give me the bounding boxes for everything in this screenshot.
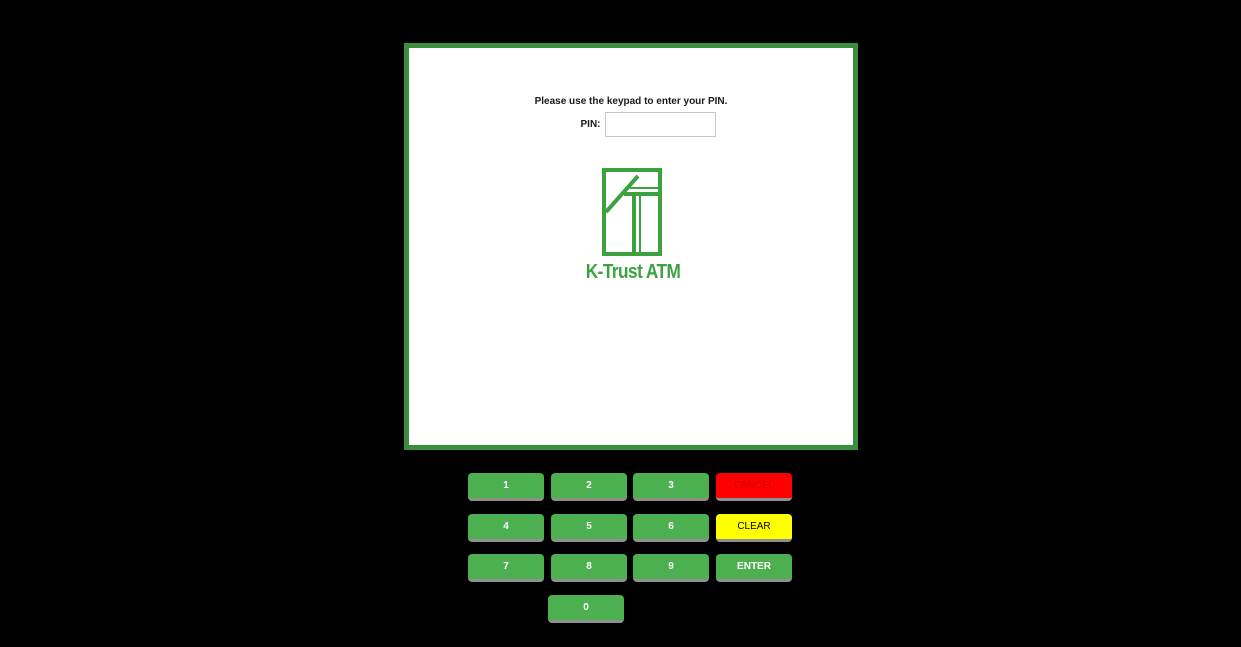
key-7-button[interactable]: 7 [468, 554, 544, 582]
pin-prompt: Please use the keypad to enter your PIN. [534, 96, 728, 107]
atm-screen-frame: Please use the keypad to enter your PIN.… [404, 43, 858, 450]
clear-button[interactable]: CLEAR [716, 514, 792, 542]
key-5-button[interactable]: 5 [551, 514, 627, 542]
logo: K-Trust ATM [409, 168, 853, 284]
key-8-button[interactable]: 8 [551, 554, 627, 582]
k-trust-logo-icon [602, 168, 662, 256]
key-1-button[interactable]: 1 [468, 473, 544, 501]
pin-label: PIN: [580, 119, 601, 130]
key-9-button[interactable]: 9 [633, 554, 709, 582]
key-2-button[interactable]: 2 [551, 473, 627, 501]
key-4-button[interactable]: 4 [468, 514, 544, 542]
cancel-button[interactable]: CANCEL [716, 473, 792, 501]
key-3-button[interactable]: 3 [633, 473, 709, 501]
brand-name: K-Trust ATM [586, 261, 681, 283]
enter-button[interactable]: ENTER [716, 554, 792, 582]
pin-row: PIN: [409, 112, 853, 137]
key-6-button[interactable]: 6 [633, 514, 709, 542]
atm-screen: Please use the keypad to enter your PIN.… [409, 48, 853, 445]
key-0-button[interactable]: 0 [548, 595, 624, 623]
pin-input[interactable] [604, 112, 716, 137]
